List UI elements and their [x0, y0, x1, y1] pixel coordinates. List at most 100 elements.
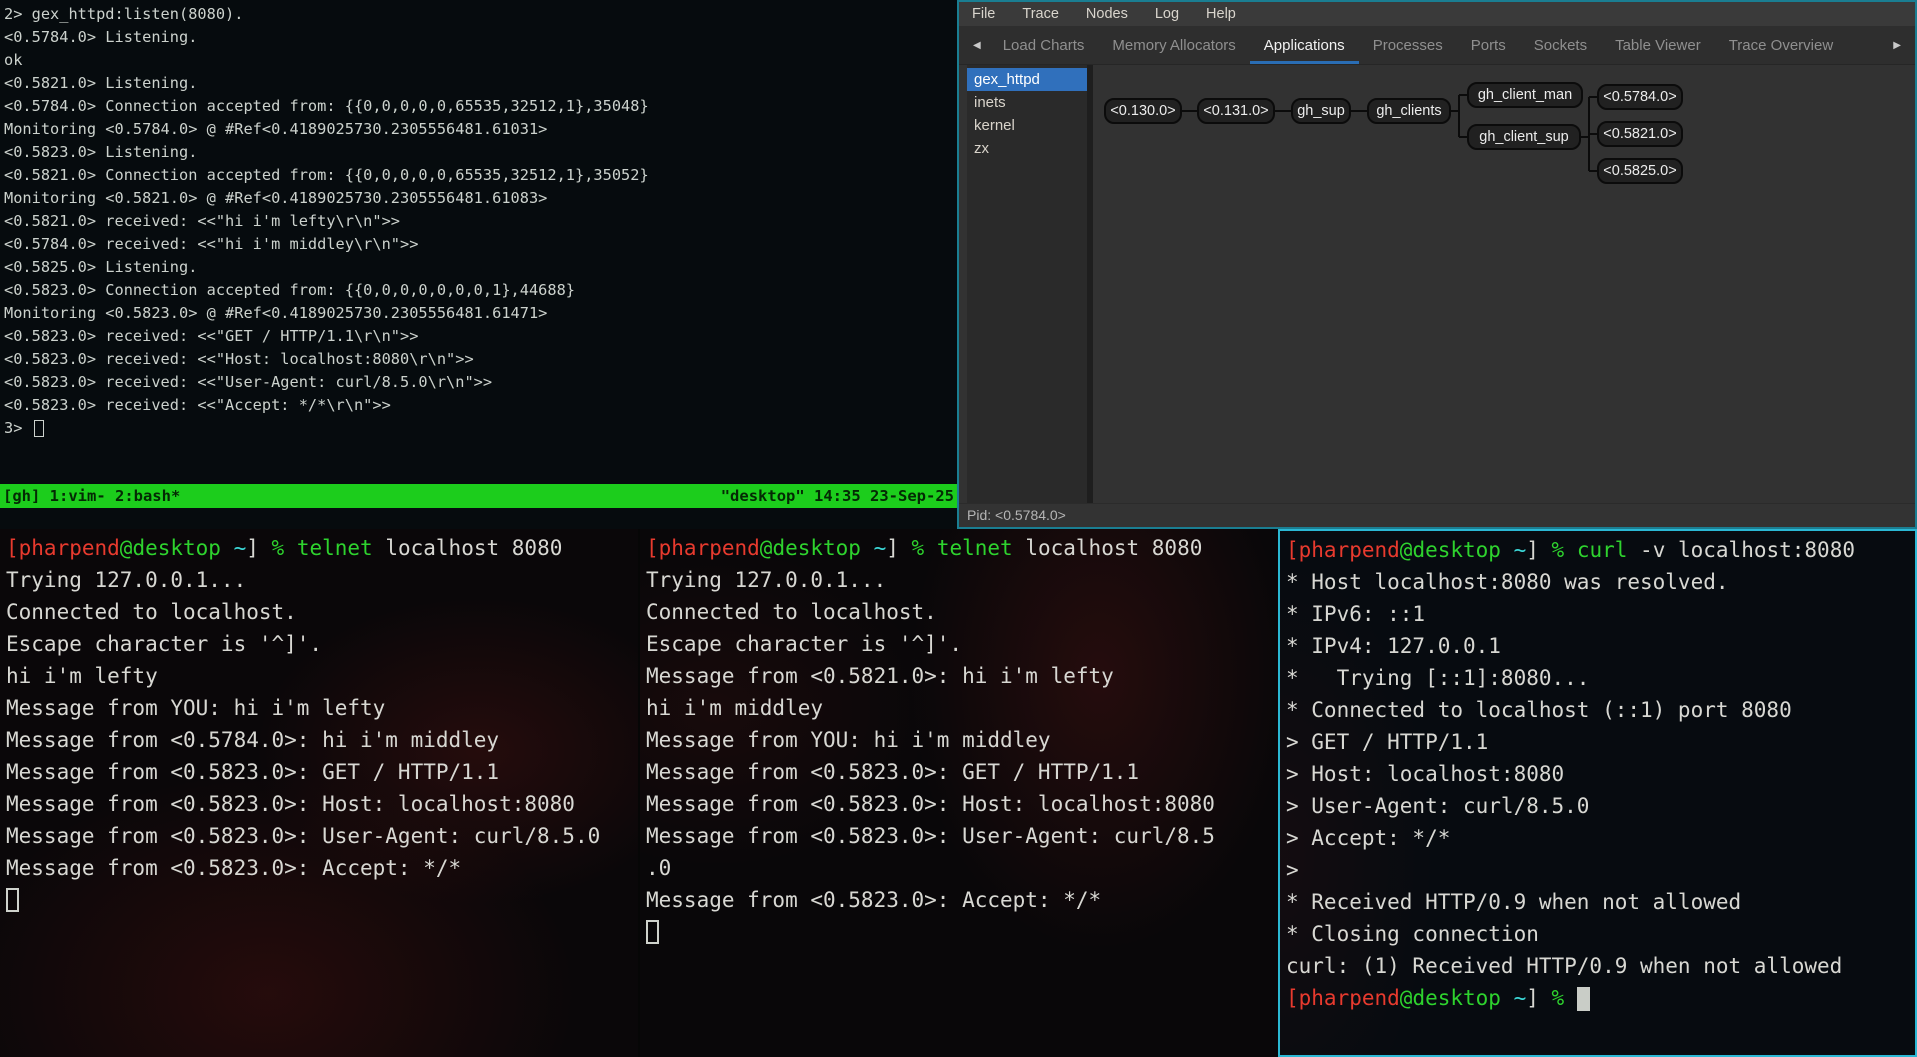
- terminal-line: * Connected to localhost (::1) port 8080: [1286, 694, 1915, 726]
- process-node-0-5821-0[interactable]: <0.5821.0>: [1597, 121, 1683, 147]
- prompt-close: ]: [1526, 538, 1551, 562]
- app-list-item-kernel[interactable]: kernel: [967, 114, 1087, 137]
- cursor-line: [646, 916, 1278, 953]
- terminal-line: <0.5823.0> Listening.: [4, 141, 957, 164]
- tab-ports[interactable]: Ports: [1457, 26, 1520, 64]
- tab-load-charts[interactable]: Load Charts: [989, 26, 1099, 64]
- erlang-shell-terminal[interactable]: 2> gex_httpd:listen(8080).<0.5784.0> Lis…: [0, 0, 957, 529]
- text-cursor: [6, 888, 19, 912]
- selected-pid-label: Pid: <0.5784.0>: [967, 507, 1066, 523]
- terminal-line: 2> gex_httpd:listen(8080).: [4, 3, 957, 26]
- prompt-host: @desktop: [120, 536, 221, 560]
- observer-tabbar: ◀ Load Charts Memory Allocators Applicat…: [959, 26, 1915, 65]
- process-node-gh-clients[interactable]: gh_clients: [1367, 98, 1451, 124]
- observer-menubar: File Trace Nodes Log Help: [959, 2, 1915, 26]
- menu-nodes[interactable]: Nodes: [1086, 6, 1128, 22]
- app-list-item-zx[interactable]: zx: [967, 137, 1087, 160]
- terminal-line: <0.5784.0> Connection accepted from: {{0…: [4, 95, 957, 118]
- prompt-close: ]: [886, 536, 911, 560]
- text-cursor: [646, 920, 659, 944]
- app-list-item-gex-httpd[interactable]: gex_httpd: [967, 68, 1087, 91]
- terminal-line: * Host localhost:8080 was resolved.: [1286, 566, 1915, 598]
- terminal-line: Monitoring <0.5823.0> @ #Ref<0.418902573…: [4, 302, 957, 325]
- terminal-line: <0.5823.0> received: <<"Host: localhost:…: [4, 348, 957, 371]
- terminal-line: Message from <0.5823.0>: GET / HTTP/1.1: [6, 756, 638, 788]
- tab-table-viewer[interactable]: Table Viewer: [1601, 26, 1715, 64]
- terminal-line: > Host: localhost:8080: [1286, 758, 1915, 790]
- command-args: localhost 8080: [373, 536, 563, 560]
- menu-log[interactable]: Log: [1155, 6, 1179, 22]
- terminal-pane-curl[interactable]: [pharpend@desktop ~] % curl -v localhost…: [1278, 529, 1917, 1057]
- prompt-path: ~: [1501, 538, 1526, 562]
- terminal-pane-telnet-lefty[interactable]: [pharpend@desktop ~] % telnet localhost …: [0, 529, 638, 1057]
- terminal-line: ok: [4, 49, 957, 72]
- desktop-screen: 2> gex_httpd:listen(8080).<0.5784.0> Lis…: [0, 0, 1917, 1057]
- tab-trace-overview[interactable]: Trace Overview: [1715, 26, 1847, 64]
- process-node-0-5825-0[interactable]: <0.5825.0>: [1597, 158, 1683, 184]
- menu-file[interactable]: File: [972, 6, 995, 22]
- terminal-line: * IPv4: 127.0.0.1: [1286, 630, 1915, 662]
- terminal-output: * Host localhost:8080 was resolved.* IPv…: [1286, 566, 1915, 982]
- shell-prompt-line: [pharpend@desktop ~] % telnet localhost …: [646, 532, 1278, 564]
- terminal-line: <0.5825.0> Listening.: [4, 256, 957, 279]
- process-node-gh-sup[interactable]: gh_sup: [1291, 98, 1351, 124]
- terminal-line: Message from <0.5823.0>: Host: localhost…: [6, 788, 638, 820]
- shell-prompt-line: [pharpend@desktop ~] % telnet localhost …: [6, 532, 638, 564]
- application-list: gex_httpd inets kernel zx: [967, 65, 1087, 503]
- command-text: % telnet: [272, 536, 373, 560]
- terminal-line: Message from YOU: hi i'm middley: [646, 724, 1278, 756]
- terminal-line: Message from <0.5823.0>: Accept: */*: [6, 852, 638, 884]
- terminal-line: Message from YOU: hi i'm lefty: [6, 692, 638, 724]
- terminal-line: Message from <0.5823.0>: User-Agent: cur…: [646, 820, 1278, 852]
- terminal-line: hi i'm lefty: [6, 660, 638, 692]
- shell-prompt-line: [pharpend@desktop ~] %: [1286, 982, 1915, 1014]
- terminal-output: Trying 127.0.0.1...Connected to localhos…: [6, 564, 638, 884]
- process-node-gh-client-sup[interactable]: gh_client_sup: [1467, 124, 1581, 150]
- prompt-user: [pharpend: [646, 536, 760, 560]
- terminal-line: Message from <0.5823.0>: Accept: */*: [646, 884, 1278, 916]
- process-node-0-131-0[interactable]: <0.131.0>: [1197, 98, 1275, 124]
- terminal-pane-telnet-middley[interactable]: [pharpend@desktop ~] % telnet localhost …: [638, 529, 1278, 1057]
- text-cursor: [34, 420, 44, 437]
- terminal-line: hi i'm middley: [646, 692, 1278, 724]
- process-tree-canvas[interactable]: <0.130.0> <0.131.0> gh_sup gh_clients gh…: [1093, 65, 1915, 503]
- menu-trace[interactable]: Trace: [1022, 6, 1059, 22]
- terminal-line: * Trying [::1]:8080...: [1286, 662, 1915, 694]
- terminal-line: <0.5821.0> received: <<"hi i'm lefty\r\n…: [4, 210, 957, 233]
- process-node-0-130-0[interactable]: <0.130.0>: [1104, 98, 1182, 124]
- prompt-close: ]: [1526, 986, 1551, 1010]
- app-list-item-inets[interactable]: inets: [967, 91, 1087, 114]
- tmux-host-clock: "desktop" 14:35 23-Sep-25: [721, 484, 954, 508]
- process-node-gh-client-man[interactable]: gh_client_man: [1467, 82, 1583, 108]
- prompt-user: [pharpend: [6, 536, 120, 560]
- terminal-line: * IPv6: ::1: [1286, 598, 1915, 630]
- terminal-line: Trying 127.0.0.1...: [6, 564, 638, 596]
- tmux-session-windows: [gh] 1:vim- 2:bash*: [3, 484, 180, 508]
- terminal-line: .0: [646, 852, 1278, 884]
- process-node-0-5784-0[interactable]: <0.5784.0>: [1597, 84, 1683, 110]
- terminal-line: Message from <0.5823.0>: GET / HTTP/1.1: [646, 756, 1278, 788]
- tab-sockets[interactable]: Sockets: [1520, 26, 1601, 64]
- terminal-line: > User-Agent: curl/8.5.0: [1286, 790, 1915, 822]
- tab-scroll-right-icon[interactable]: ▶: [1885, 26, 1909, 64]
- terminal-line: * Closing connection: [1286, 918, 1915, 950]
- prompt-path: ~: [221, 536, 246, 560]
- tab-applications[interactable]: Applications: [1250, 26, 1359, 64]
- terminal-line: <0.5823.0> received: <<"User-Agent: curl…: [4, 371, 957, 394]
- prompt-path: ~: [1501, 986, 1526, 1010]
- tab-scroll-left-icon[interactable]: ◀: [965, 26, 989, 64]
- erlang-prompt-text: 3>: [4, 417, 32, 440]
- terminal-line: > Accept: */*: [1286, 822, 1915, 854]
- command-args: -v localhost:8080: [1627, 538, 1855, 562]
- command-text: % telnet: [912, 536, 1013, 560]
- terminal-line: Monitoring <0.5821.0> @ #Ref<0.418902573…: [4, 187, 957, 210]
- tab-processes[interactable]: Processes: [1359, 26, 1457, 64]
- terminal-line: * Received HTTP/0.9 when not allowed: [1286, 886, 1915, 918]
- prompt-host: @desktop: [1400, 986, 1501, 1010]
- menu-help[interactable]: Help: [1206, 6, 1236, 22]
- terminal-line: <0.5823.0> Connection accepted from: {{0…: [4, 279, 957, 302]
- tab-memory-allocators[interactable]: Memory Allocators: [1098, 26, 1249, 64]
- text-cursor: [1577, 987, 1590, 1011]
- command-text: % curl: [1552, 538, 1628, 562]
- applications-view: gex_httpd inets kernel zx <0.130.0>: [959, 65, 1915, 503]
